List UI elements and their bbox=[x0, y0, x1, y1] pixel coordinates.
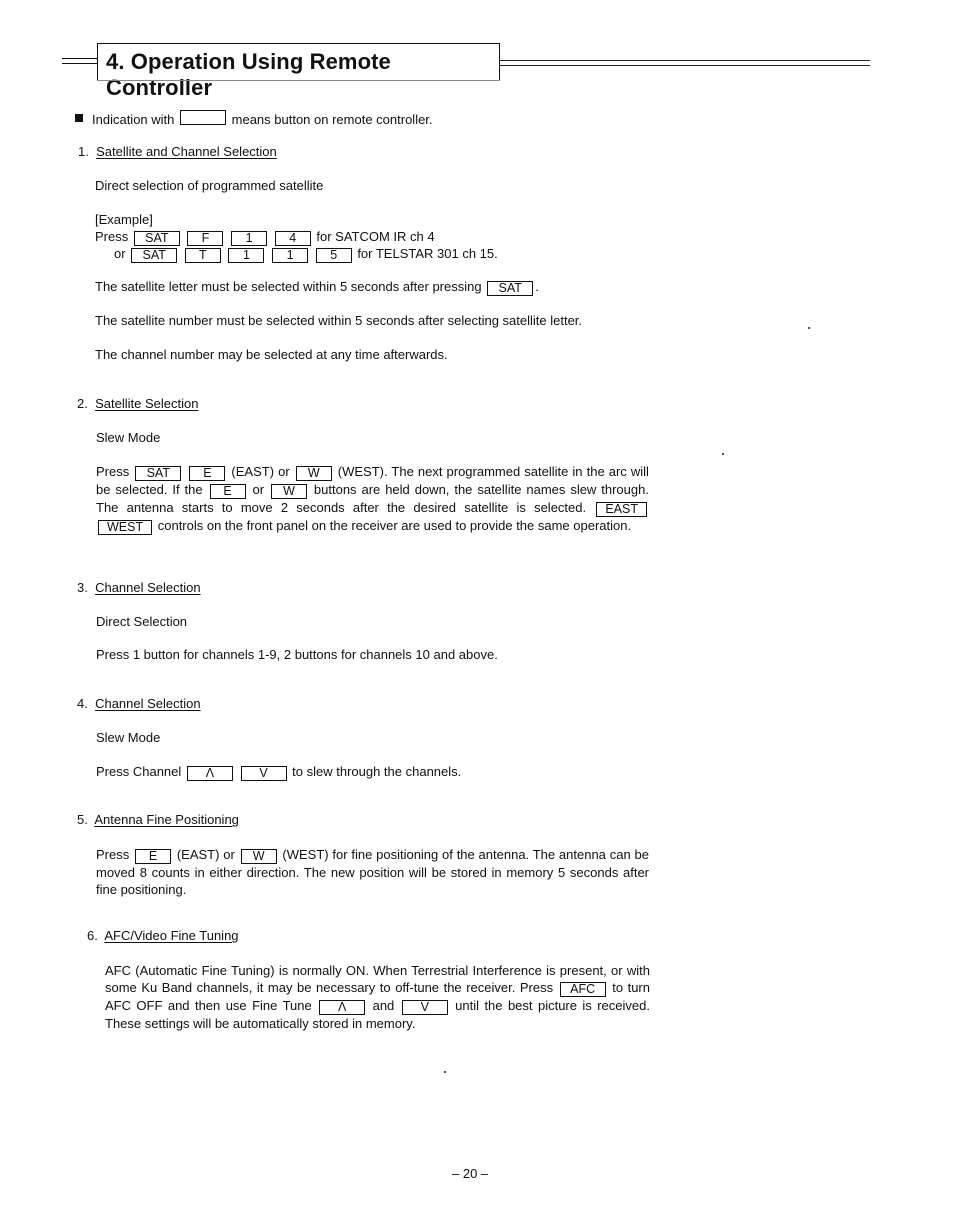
text: the same operation. bbox=[516, 518, 632, 533]
page-number: – 20 – bbox=[452, 1166, 489, 1181]
key-1: 1 bbox=[231, 231, 268, 246]
section-1-note-2: The satellite number must be selected wi… bbox=[95, 313, 583, 328]
key-sat: SAT bbox=[133, 231, 180, 246]
heading-rule-right-bottom bbox=[500, 65, 870, 66]
heading-rule-left-top bbox=[62, 58, 98, 59]
section-2-subtitle: Slew Mode bbox=[96, 430, 161, 445]
section-number: 5. bbox=[77, 812, 88, 827]
key-e: E bbox=[209, 484, 246, 499]
heading-rule-left-bottom bbox=[62, 63, 98, 64]
text: and bbox=[372, 998, 395, 1013]
intro-suffix: means button on remote controller. bbox=[231, 112, 433, 127]
section-2-paragraph: Press SAT E (EAST) or W (WEST). The next… bbox=[96, 463, 649, 535]
key-channel-up: Λ bbox=[186, 766, 233, 781]
section-1-note-1: The satellite letter must be selected wi… bbox=[95, 279, 539, 296]
text: to slew through the channels. bbox=[292, 764, 462, 779]
section-1-heading: 1. Satellite and Channel Selection bbox=[78, 144, 277, 159]
heading-box-bottom bbox=[97, 80, 500, 81]
key-f: F bbox=[187, 231, 224, 246]
key-fine-tune-up: Λ bbox=[319, 1000, 366, 1015]
section-6-paragraph: AFC (Automatic Fine Tuning) is normally … bbox=[105, 962, 650, 1032]
text: buttons are held down, the satellite nam… bbox=[313, 482, 566, 497]
page-title: 4. Operation Using Remote Controller bbox=[106, 49, 391, 100]
text: AFC (Automatic Fine Tuning) is normally … bbox=[105, 963, 607, 978]
key-channel-down: V bbox=[240, 766, 287, 781]
section-title: AFC/Video Fine Tuning bbox=[104, 928, 239, 943]
text: (WEST). The next programmed satellite in… bbox=[337, 464, 605, 479]
section-number: 1. bbox=[78, 144, 89, 159]
key-1: 1 bbox=[228, 248, 265, 263]
example-trail: for SATCOM IR ch 4 bbox=[316, 229, 435, 244]
text: (EAST) or bbox=[176, 847, 235, 862]
example-row-1: Press SAT F 1 4 for SATCOM IR ch 4 bbox=[95, 229, 435, 246]
heading-box: 4. Operation Using Remote Controller bbox=[97, 43, 500, 100]
example-lead: Press bbox=[95, 229, 129, 244]
intro-prefix: Indication with bbox=[92, 112, 175, 127]
key-e: E bbox=[189, 466, 226, 481]
text: until the best bbox=[455, 998, 533, 1013]
key-4: 4 bbox=[274, 231, 311, 246]
button-symbol-example bbox=[180, 110, 227, 125]
section-title: Channel Selection bbox=[95, 580, 201, 595]
text: (WEST) for fine positioning of the anten… bbox=[282, 847, 606, 862]
key-sat: SAT bbox=[131, 248, 178, 263]
text: Press Channel bbox=[96, 764, 182, 779]
text: Press bbox=[96, 847, 130, 862]
section-number: 2. bbox=[77, 396, 88, 411]
section-title: Antenna Fine Positioning bbox=[94, 812, 239, 827]
section-3-heading: 3. Channel Selection bbox=[77, 580, 201, 595]
section-title: Satellite Selection bbox=[95, 396, 199, 411]
key-sat: SAT bbox=[135, 466, 182, 481]
note-text: The satellite letter must be selected wi… bbox=[95, 279, 482, 294]
example-label: [Example] bbox=[95, 212, 153, 227]
section-number: 3. bbox=[77, 580, 88, 595]
section-4-text: Press Channel Λ V to slew through the ch… bbox=[96, 764, 461, 781]
intro-line: Indication with means button on remote c… bbox=[92, 110, 433, 127]
text: Press bbox=[96, 464, 130, 479]
section-3-subtitle: Direct Selection bbox=[96, 614, 188, 629]
section-5-paragraph: Press E (EAST) or W (WEST) for fine posi… bbox=[96, 846, 649, 898]
section-4-heading: 4. Channel Selection bbox=[77, 696, 201, 711]
example-lead: or bbox=[114, 246, 126, 261]
scan-speck bbox=[444, 1071, 446, 1073]
heading-rule-right-top bbox=[500, 60, 870, 61]
key-w: W bbox=[270, 484, 307, 499]
section-6-heading: 6. AFC/Video Fine Tuning bbox=[87, 928, 239, 943]
text: (EAST) or bbox=[231, 464, 290, 479]
section-title: Channel Selection bbox=[95, 696, 201, 711]
section-number: 6. bbox=[87, 928, 98, 943]
example-trail: for TELSTAR 301 ch 15. bbox=[357, 246, 498, 261]
key-e: E bbox=[135, 849, 172, 864]
section-number: 4. bbox=[77, 696, 88, 711]
key-w: W bbox=[240, 849, 277, 864]
section-3-text: Press 1 button for channels 1-9, 2 butto… bbox=[96, 647, 498, 662]
key-sat: SAT bbox=[487, 281, 534, 296]
key-t: T bbox=[184, 248, 221, 263]
section-1-note-3: The channel number may be selected at an… bbox=[95, 347, 448, 362]
section-5-heading: 5. Antenna Fine Positioning bbox=[77, 812, 239, 827]
section-title: Satellite and Channel Selection bbox=[96, 144, 277, 159]
text: or bbox=[252, 482, 265, 497]
scan-speck bbox=[808, 327, 810, 329]
section-1-subtitle: Direct selection of programmed satellite bbox=[95, 178, 324, 193]
key-fine-tune-down: V bbox=[401, 1000, 448, 1015]
key-afc: AFC bbox=[559, 982, 606, 997]
example-row-2: or SAT T 1 1 5 for TELSTAR 301 ch 15. bbox=[114, 246, 498, 263]
text: controls on the front panel on the recei… bbox=[157, 518, 513, 533]
key-east: EAST bbox=[596, 502, 647, 517]
section-2-heading: 2. Satellite Selection bbox=[77, 396, 198, 411]
key-5: 5 bbox=[315, 248, 352, 263]
key-west: WEST bbox=[98, 520, 153, 535]
key-w: W bbox=[295, 466, 332, 481]
section-4-subtitle: Slew Mode bbox=[96, 730, 161, 745]
key-1: 1 bbox=[272, 248, 309, 263]
bullet-icon bbox=[75, 114, 83, 122]
scan-speck bbox=[722, 453, 724, 455]
